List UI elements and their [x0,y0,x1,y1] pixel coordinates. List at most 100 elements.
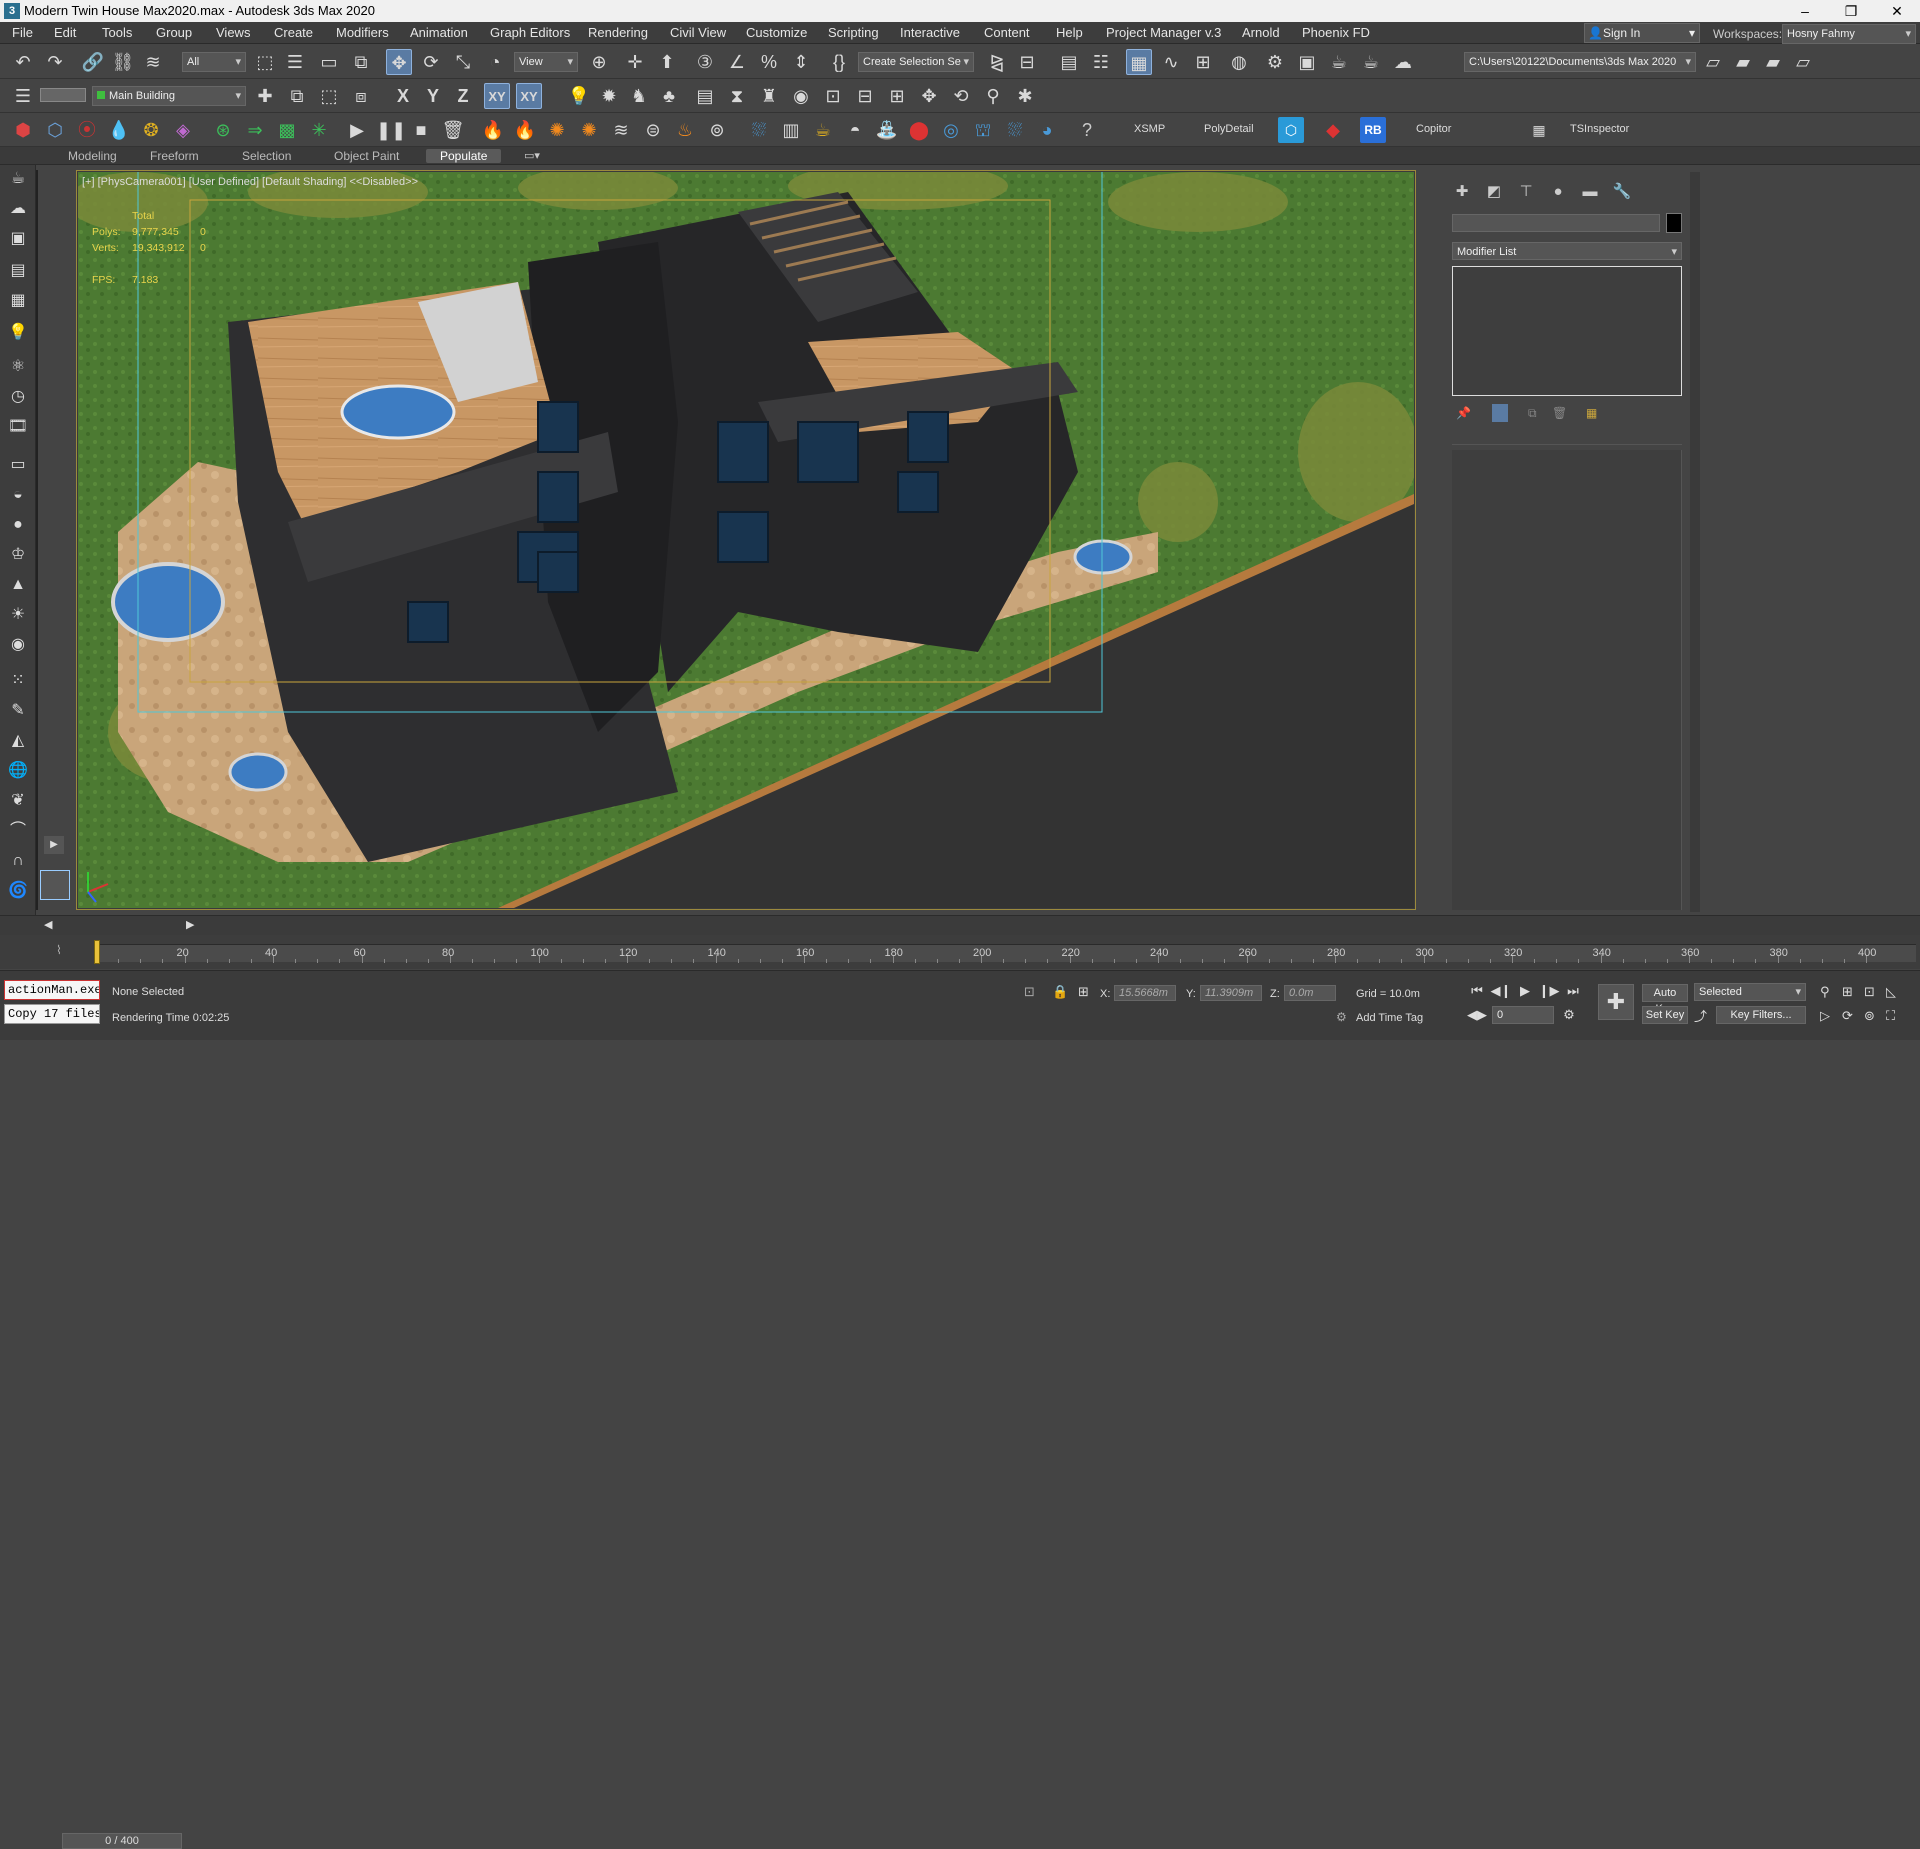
fire-preset-icon[interactable]: 🔥 [480,117,506,143]
teapot-icon[interactable]: ⬡ [42,117,68,143]
polydetail-button[interactable]: PolyDetail [1204,123,1254,135]
dots-icon[interactable]: ⁙ [5,669,31,693]
play-animation-icon[interactable]: ▶ [1514,980,1536,1002]
object-name-input[interactable] [1452,214,1660,232]
curve-editor-icon[interactable]: ∿ [1158,49,1184,75]
y-coord-field[interactable]: 11.3909m [1200,985,1262,1001]
set-keys-icon[interactable]: ✚ [1598,984,1634,1020]
absolute-mode-icon[interactable]: ⊞ [1078,984,1089,1000]
reactor-icon[interactable]: ⚛ [5,355,31,379]
menu-phoenix-fd[interactable]: Phoenix FD [1302,25,1370,40]
add-time-tag-button[interactable]: Add Time Tag [1356,1012,1423,1024]
tab-selection[interactable]: Selection [228,149,305,163]
populate-icon[interactable]: ♞ [626,83,652,109]
project-path-dropdown[interactable]: C:\Users\20122\Documents\3ds Max 2020 [1464,52,1696,72]
axis-xy-cycle-button[interactable]: XY [516,83,542,109]
layer-explorer-icon[interactable]: ☷ [1088,49,1114,75]
sun-icon[interactable]: ☀ [5,603,31,627]
cone-icon[interactable]: ▲ [5,573,31,597]
zoom-all-icon[interactable]: ⊞ [1842,984,1853,1000]
fire-effect-icon[interactable]: ⦿ [74,117,100,143]
x-coord-field[interactable]: 15.5668m [1114,985,1176,1001]
stop-sim-icon[interactable]: ■ [408,117,434,143]
image-icon[interactable]: ▣ [5,227,31,251]
bind-space-warp-icon[interactable]: ≋ [140,49,166,75]
object-color-icon[interactable]: ⬢ [10,117,36,143]
maxscript-listener-line2[interactable]: Copy 17 files [4,1004,100,1024]
menu-interactive[interactable]: Interactive [900,25,960,40]
percent-snap-icon[interactable]: % [756,49,782,75]
current-layer-dropdown[interactable]: Main Building [92,86,246,106]
hf-icon[interactable]: ∩ [5,849,31,873]
reference-coordinate-dropdown[interactable]: View [514,52,578,72]
menu-scripting[interactable]: Scripting [828,25,879,40]
menu-content[interactable]: Content [984,25,1030,40]
go-to-start-icon[interactable]: ⏮ [1466,980,1488,1002]
render-region-icon[interactable]: ⊡ [820,83,846,109]
display-tab-icon[interactable]: ▬ [1576,180,1604,204]
key-mode-icon[interactable]: ◀▶ [1466,1004,1488,1026]
auto-key-button[interactable]: Auto Key [1642,984,1688,1015]
flame-icon[interactable]: ♨ [672,117,698,143]
select-object-icon[interactable]: ⬚ [252,49,278,75]
field-of-view-icon[interactable]: ◺ [1886,984,1896,1000]
wave-icon[interactable]: ⛫ [970,117,996,143]
time-slider-thumb[interactable]: 0 / 400 [62,1833,182,1849]
select-by-name-icon[interactable]: ☰ [282,49,308,75]
plane-icon[interactable]: ▭ [5,453,31,477]
remove-modifier-icon[interactable]: 🗑 [1552,406,1567,420]
key-selection-dropdown[interactable]: Selected [1694,983,1806,1001]
disc-icon[interactable]: ◉ [5,633,31,657]
xsmp-button[interactable]: XSMP [1134,123,1165,135]
object-color-swatch[interactable] [1666,213,1682,233]
menu-views[interactable]: Views [216,25,250,40]
bowl-icon[interactable]: ◓ [842,117,868,143]
key-filters-button[interactable]: Key Filters... [1716,1006,1806,1024]
film-icon[interactable]: 🎞 [5,415,31,439]
select-move-icon[interactable]: ✥ [386,49,412,75]
set-key-button[interactable]: Set Key [1642,1006,1688,1024]
play-sim-icon[interactable]: ▶ [344,117,370,143]
scene-explorer-icon[interactable]: ▤ [1056,49,1082,75]
orbit-icon[interactable]: ⟳ [1842,1008,1853,1024]
close-button[interactable]: ✕ [1874,0,1920,22]
biped-icon[interactable]: ♜ [756,83,782,109]
water-drop-icon[interactable]: 💧 [106,117,132,143]
project-folder-icon[interactable]: ▱ [1700,49,1726,75]
toggle-ribbon-icon[interactable]: ▦ [1126,49,1152,75]
project-set-icon[interactable]: ▰ [1760,49,1786,75]
splash-icon[interactable]: ⬤ [906,117,932,143]
liquid-icon[interactable]: ▩ [274,117,300,143]
light-lister-icon[interactable]: 💡 [566,83,592,109]
vortex-icon[interactable]: ⊜ [640,117,666,143]
render-iterative-icon[interactable]: ☕ [1358,49,1384,75]
pivot-center-icon[interactable]: ⊕ [586,49,612,75]
menu-file[interactable]: File [12,25,33,40]
render-setup-icon[interactable]: ⚙ [1262,49,1288,75]
menu-graph-editors[interactable]: Graph Editors [490,25,570,40]
link-icon[interactable]: 🔗 [80,49,106,75]
render-light-icon[interactable]: ✱ [1012,83,1038,109]
particle-view-icon[interactable]: ✹ [596,83,622,109]
lake-icon[interactable]: ◕ [1034,117,1060,143]
isolate-selection-icon[interactable]: ⊡ [1024,984,1035,1000]
tab-populate[interactable]: Populate [426,149,502,163]
help-icon[interactable]: ? [1074,117,1100,143]
axis-z-button[interactable]: Z [450,83,476,109]
menu-edit[interactable]: Edit [54,25,76,40]
expand-arrow-icon[interactable]: ▶ [44,836,64,854]
layer-visibility-strip[interactable] [40,88,86,102]
schematic-view-icon[interactable]: ⊞ [1190,49,1216,75]
simulator-icon[interactable]: ⊛ [210,117,236,143]
maximize-viewport-icon[interactable]: ⛶ [1886,1008,1895,1024]
globe-icon[interactable]: 🌐 [5,759,31,783]
undo-icon[interactable]: ↶ [10,49,36,75]
explosion-icon[interactable]: ✺ [576,117,602,143]
ocean-icon[interactable]: ⛆ [746,117,772,143]
edit-named-selection-icon[interactable]: {} [826,49,852,75]
make-unique-icon[interactable]: ⧉ [1528,406,1537,421]
cloud-icon[interactable]: ☁ [5,197,31,221]
time-icon[interactable]: ◷ [5,385,31,409]
maximize-button[interactable]: ❐ [1828,0,1874,22]
motion-tab-icon[interactable]: ● [1544,180,1572,204]
